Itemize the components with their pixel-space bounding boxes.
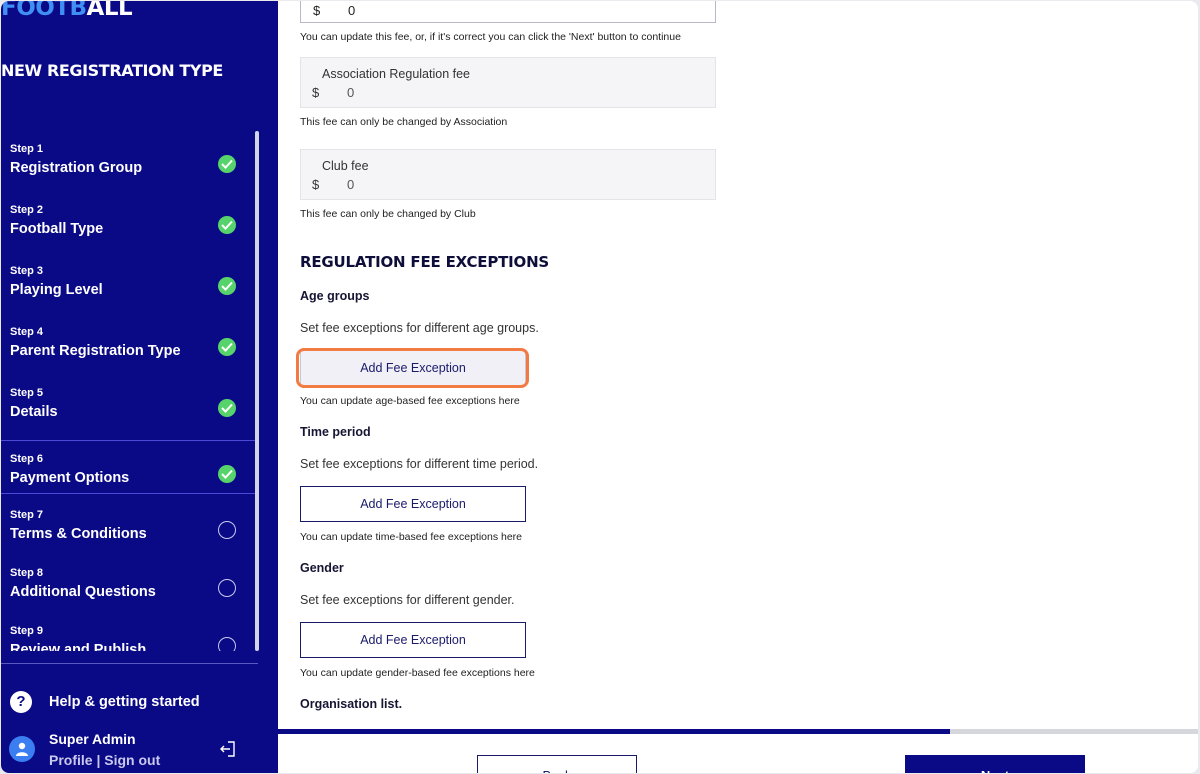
empty-circle-icon — [218, 521, 236, 539]
app-window: FOOTBALL NEW REGISTRATION TYPE Step 1 Reg… — [1, 1, 1198, 773]
progress-bar — [278, 729, 1198, 734]
association-fee-hint: This fee can only be changed by Associat… — [300, 116, 508, 128]
currency-symbol: $ — [312, 85, 320, 100]
step-number: Step 5 — [10, 387, 44, 399]
club-fee-value: 0 — [347, 177, 355, 192]
signout-link[interactable]: Sign out — [104, 752, 160, 768]
club-fee-label: Club fee — [322, 159, 369, 173]
step-number: Step 7 — [10, 509, 44, 521]
link-separator: | — [96, 752, 101, 768]
step-name: Details — [10, 404, 58, 420]
check-icon — [218, 216, 236, 234]
gender-desc: Set fee exceptions for different gender. — [300, 593, 515, 607]
currency-symbol: $ — [313, 3, 321, 18]
logo: FOOTBALL — [1, 1, 133, 21]
gender-hint: You can update gender-based fee exceptio… — [300, 667, 535, 679]
add-age-fee-exception-button[interactable]: Add Fee Exception — [300, 350, 526, 386]
back-button[interactable]: Back — [477, 755, 637, 773]
association-fee-box: Association Regulation fee $ 0 — [300, 57, 716, 108]
step-name: Terms & Conditions — [10, 526, 147, 542]
step-number: Step 2 — [10, 204, 44, 216]
age-groups-hint: You can update age-based fee exceptions … — [300, 395, 520, 407]
step-number: Step 6 — [10, 453, 44, 465]
fee-input[interactable]: $ 0 — [300, 1, 716, 23]
step-item[interactable]: Step 7 Terms & Conditions — [1, 497, 256, 551]
fee-value: 0 — [348, 3, 356, 18]
step-item[interactable]: Step 4 Parent Registration Type — [1, 314, 256, 368]
step-name: Playing Level — [10, 282, 103, 298]
sidebar-divider — [1, 663, 258, 664]
step-name: Registration Group — [10, 160, 143, 176]
check-icon — [218, 338, 236, 356]
step-number: Step 4 — [10, 326, 44, 338]
empty-circle-icon — [218, 637, 236, 651]
sidebar: FOOTBALL NEW REGISTRATION TYPE Step 1 Reg… — [1, 1, 278, 773]
step-number: Step 8 — [10, 567, 44, 579]
next-button[interactable]: Next — [905, 755, 1085, 773]
club-fee-hint: This fee can only be changed by Club — [300, 208, 476, 220]
age-groups-heading: Age groups — [300, 289, 370, 303]
association-fee-label: Association Regulation fee — [322, 67, 471, 81]
sidebar-scrollbar[interactable] — [255, 131, 259, 651]
section-title: REGULATION FEE EXCEPTIONS — [300, 253, 550, 271]
step-name: Football Type — [10, 221, 104, 237]
check-icon — [218, 277, 236, 295]
sidebar-title: NEW REGISTRATION TYPE — [1, 61, 223, 80]
step-item[interactable]: Step 6 Payment Options — [1, 440, 256, 494]
avatar — [9, 736, 35, 762]
main-content: $ 0 You can update this fee, or, if it's… — [278, 1, 1198, 773]
gender-heading: Gender — [300, 561, 344, 575]
time-period-hint: You can update time-based fee exceptions… — [300, 531, 523, 543]
step-name: Parent Registration Type — [10, 343, 181, 359]
check-icon — [218, 399, 236, 417]
help-label: Help & getting started — [49, 694, 200, 710]
step-item[interactable]: Step 5 Details — [1, 375, 256, 429]
step-number: Step 9 — [10, 625, 44, 637]
fee-hint: You can update this fee, or, if it's cor… — [300, 31, 681, 43]
add-gender-fee-exception-button[interactable]: Add Fee Exception — [300, 622, 526, 658]
step-name: Additional Questions — [10, 584, 156, 600]
age-groups-desc: Set fee exceptions for different age gro… — [300, 321, 539, 335]
time-period-heading: Time period — [300, 425, 371, 439]
step-list: Step 1 Registration Group Step 2 Football T… — [1, 131, 256, 651]
step-item[interactable]: Step 1 Registration Group — [1, 131, 256, 185]
profile-link[interactable]: Profile — [49, 752, 93, 768]
step-item[interactable]: Step 2 Football Type — [1, 192, 256, 246]
step-number: Step 1 — [10, 143, 44, 155]
step-item[interactable]: Step 8 Additional Questions — [1, 555, 256, 609]
user-name: Super Admin — [49, 731, 136, 747]
step-item[interactable]: Step 3 Playing Level — [1, 253, 256, 307]
check-icon — [218, 465, 236, 483]
user-links: Profile | Sign out — [49, 752, 160, 768]
user-icon — [16, 742, 28, 756]
check-icon — [218, 155, 236, 173]
time-period-desc: Set fee exceptions for different time pe… — [300, 457, 539, 471]
step-item[interactable]: Step 9 Review and Publish — [1, 613, 256, 651]
signout-icon[interactable] — [219, 740, 237, 758]
club-fee-box: Club fee $ 0 — [300, 149, 716, 200]
empty-circle-icon — [218, 579, 236, 597]
organisation-list-heading: Organisation list. — [300, 697, 403, 711]
step-name: Review and Publish — [10, 642, 147, 651]
add-time-fee-exception-button[interactable]: Add Fee Exception — [300, 486, 526, 522]
currency-symbol: $ — [312, 177, 320, 192]
step-number: Step 3 — [10, 265, 44, 277]
help-icon: ? — [10, 691, 32, 713]
step-name: Payment Options — [10, 470, 130, 486]
progress-fill — [278, 729, 950, 734]
association-fee-value: 0 — [347, 85, 355, 100]
